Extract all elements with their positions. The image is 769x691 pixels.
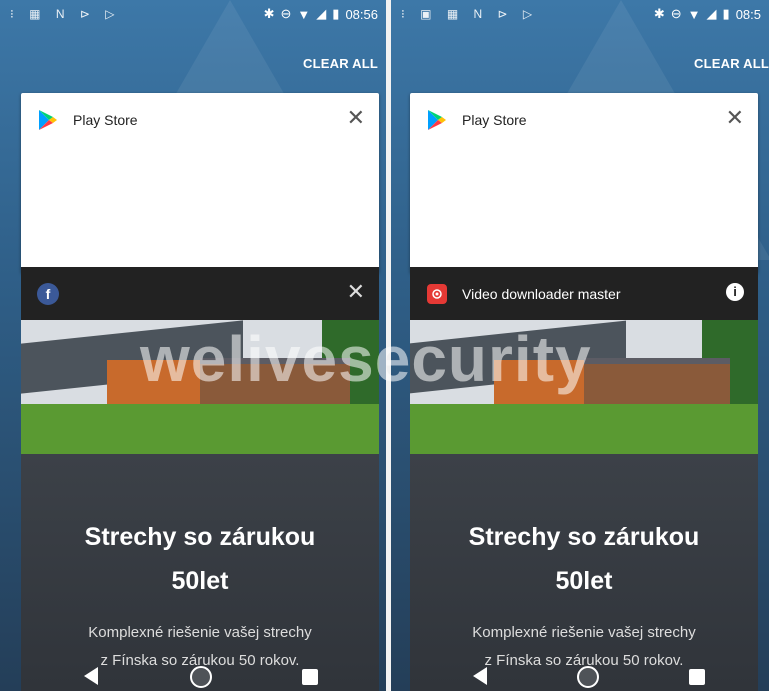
wifi-icon: ▼ xyxy=(297,6,311,22)
back-icon[interactable] xyxy=(84,667,98,685)
dnd-icon: ⊖ xyxy=(670,6,682,21)
recent-app-card-play-store[interactable]: Play Store ✕ xyxy=(410,93,758,273)
notification-icons: ⁝ ▣ ▦ N ⊳ ▷ xyxy=(401,7,539,21)
ad-headline-line1: Strechy so zárukou xyxy=(468,523,700,551)
clock: 08:5 xyxy=(735,6,761,22)
play-store-icon xyxy=(37,109,59,131)
close-icon[interactable]: ✕ xyxy=(726,107,744,129)
system-icons: ✱ ⊖ ▼ ◢ ▮ 08:5 xyxy=(654,6,761,22)
play-store-icon xyxy=(426,109,448,131)
home-icon[interactable] xyxy=(190,666,212,688)
recents-icon[interactable] xyxy=(689,669,705,685)
bluetooth-icon: ✱ xyxy=(653,6,665,21)
navigation-bar xyxy=(0,657,386,691)
ad-headline: Strechy so zárukou 50let xyxy=(21,515,379,603)
navigation-bar xyxy=(391,657,769,691)
ad-headline-line2: 50let xyxy=(555,567,613,595)
ad-headline-line1: Strechy so zárukou xyxy=(84,523,316,551)
ad-headline: Strechy so zárukou 50let xyxy=(410,515,758,603)
system-icons: ✱ ⊖ ▼ ◢ ▮ 08:56 xyxy=(264,6,378,22)
recents-icon[interactable] xyxy=(302,669,318,685)
video-downloader-icon xyxy=(426,283,448,305)
clear-all-button[interactable]: CLEAR ALL xyxy=(303,56,378,71)
status-bar: ⁝ ▦ N ⊳ ▷ ✱ ⊖ ▼ ◢ ▮ 08:56 xyxy=(0,0,386,30)
left-screenshot: ⁝ ▦ N ⊳ ▷ ✱ ⊖ ▼ ◢ ▮ 08:56 CLEAR ALL Play… xyxy=(0,0,386,691)
recent-app-card-video-downloader[interactable]: Video downloader master i Strechy so zár… xyxy=(410,267,758,691)
app-title: Video downloader master xyxy=(462,285,621,302)
signal-icon: ◢ xyxy=(706,6,717,21)
right-screenshot: ⁝ ▣ ▦ N ⊳ ▷ ✱ ⊖ ▼ ◢ ▮ 08:5 CLEAR ALL Pla… xyxy=(391,0,769,691)
dnd-icon: ⊖ xyxy=(280,6,292,21)
signal-icon: ◢ xyxy=(316,6,327,21)
recent-app-card-facebook[interactable]: f ✕ Strechy so zárukou 50let Komplexné r… xyxy=(21,267,379,691)
ad-photo xyxy=(410,320,758,454)
clock: 08:56 xyxy=(345,6,378,22)
app-title: Play Store xyxy=(73,112,138,128)
notification-icons: ⁝ ▦ N ⊳ ▷ xyxy=(10,7,121,21)
card-header: Video downloader master i xyxy=(410,267,758,320)
ad-photo xyxy=(21,320,379,454)
home-icon[interactable] xyxy=(577,666,599,688)
close-icon[interactable]: ✕ xyxy=(347,281,365,303)
facebook-icon: f xyxy=(37,282,59,305)
ad-subtext-line1: Komplexné riešenie vašej strechy xyxy=(88,624,312,641)
battery-icon: ▮ xyxy=(722,6,730,21)
card-header: Play Store ✕ xyxy=(410,93,758,147)
card-header: f ✕ xyxy=(21,267,379,320)
bluetooth-icon: ✱ xyxy=(263,6,275,21)
status-bar: ⁝ ▣ ▦ N ⊳ ▷ ✱ ⊖ ▼ ◢ ▮ 08:5 xyxy=(391,0,769,30)
ad-headline-line2: 50let xyxy=(171,567,229,595)
close-icon[interactable]: ✕ xyxy=(347,107,365,129)
recent-app-card-play-store[interactable]: Play Store ✕ xyxy=(21,93,379,273)
ad-subtext-line1: Komplexné riešenie vašej strechy xyxy=(472,624,696,641)
wifi-icon: ▼ xyxy=(687,6,701,22)
app-title: Play Store xyxy=(462,112,527,128)
clear-all-button[interactable]: CLEAR ALL xyxy=(694,56,769,71)
back-icon[interactable] xyxy=(473,667,487,685)
info-icon[interactable]: i xyxy=(726,283,744,301)
card-header: Play Store ✕ xyxy=(21,93,379,147)
battery-icon: ▮ xyxy=(332,6,340,21)
